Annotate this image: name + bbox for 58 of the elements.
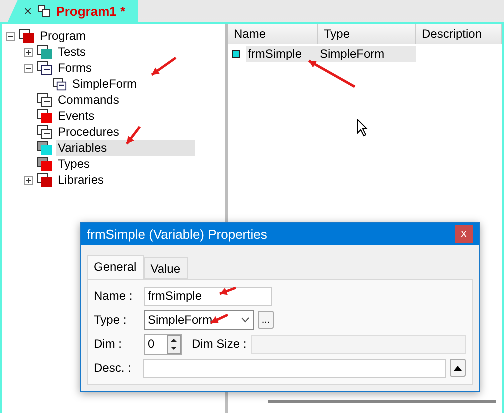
tree-item[interactable]: Libraries <box>56 172 192 188</box>
close-tab-icon[interactable]: × <box>24 3 32 19</box>
tree-item[interactable]: Procedures <box>56 124 208 140</box>
column-header[interactable]: Name <box>228 24 318 44</box>
tree-node-icon <box>37 124 53 140</box>
document-tab[interactable]: × Program1 * <box>8 0 138 22</box>
tree-node-icon <box>19 28 35 44</box>
tree-node-icon <box>37 60 53 76</box>
close-button[interactable]: x <box>455 225 473 243</box>
tree-item[interactable]: Program <box>38 28 174 44</box>
expand-button[interactable] <box>450 359 466 377</box>
field-label: Dim Size : <box>192 337 247 351</box>
dialog-tab[interactable]: Value <box>144 257 188 279</box>
field-label: Type : <box>94 313 128 327</box>
pointer-arrow <box>220 286 236 296</box>
mouse-cursor-icon <box>357 119 369 137</box>
table-cell: SimpleForm <box>318 46 416 62</box>
tree-item[interactable]: Forms <box>56 60 180 76</box>
chevron-down-icon <box>241 317 250 323</box>
description-field[interactable] <box>143 358 446 378</box>
expand-button[interactable] <box>24 176 33 184</box>
table-cell[interactable]: frmSimple <box>246 46 318 62</box>
tree-node-icon <box>37 92 53 108</box>
tree-node-icon <box>37 44 53 60</box>
column-header[interactable]: Description <box>416 24 502 44</box>
dim-spinner[interactable]: 0 <box>144 334 182 354</box>
field-label: Desc. : <box>94 361 132 375</box>
tree-node-icon <box>37 108 53 124</box>
tab-title: Program1 * <box>56 4 126 18</box>
scrollbar[interactable] <box>268 400 496 403</box>
browse-button[interactable]: ... <box>258 311 274 329</box>
dialog-title: frmSimple (Variable) Properties <box>87 226 268 242</box>
pointer-arrow <box>210 314 229 324</box>
windows-icon <box>38 5 50 17</box>
pointer-arrow <box>151 56 177 76</box>
collapse-button[interactable] <box>6 32 15 40</box>
tree-node-icon <box>37 172 53 188</box>
type-dropdown[interactable]: SimpleForm <box>144 310 254 330</box>
tree-item[interactable]: Commands <box>56 92 208 108</box>
tree-item[interactable]: SimpleForm <box>70 76 225 92</box>
tree-node-icon <box>53 76 68 92</box>
tree-node-icon <box>37 156 53 172</box>
name-field[interactable]: frmSimple <box>144 286 272 306</box>
tree-item[interactable]: Types <box>56 156 178 172</box>
column-header[interactable]: Type <box>318 24 416 44</box>
tree-node-icon <box>37 140 53 156</box>
field-label: Name : <box>94 289 134 303</box>
tree-item[interactable]: Variables <box>56 140 196 156</box>
dialog-tab[interactable]: General <box>87 255 144 279</box>
collapse-button[interactable] <box>24 64 33 72</box>
tree-item[interactable]: Events <box>56 108 183 124</box>
pointer-arrow <box>126 126 141 145</box>
expand-button[interactable] <box>24 48 33 56</box>
tree-item[interactable]: Tests <box>56 44 174 60</box>
triangle-up-icon <box>454 366 462 370</box>
pointer-arrow <box>308 60 356 88</box>
variable-icon <box>232 50 240 58</box>
field-label: Dim : <box>94 337 123 351</box>
